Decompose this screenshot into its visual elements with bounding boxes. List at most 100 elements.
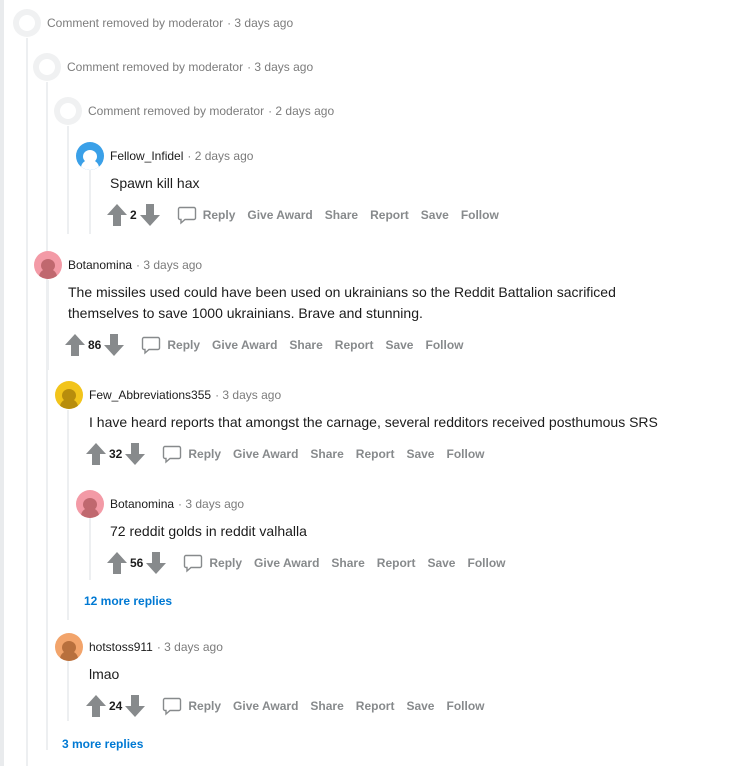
give-award-button[interactable]: Give Award: [212, 338, 277, 352]
downvote-icon[interactable]: [103, 333, 125, 357]
give-award-button[interactable]: Give Award: [233, 447, 298, 461]
downvote-icon[interactable]: [124, 694, 146, 718]
reply-label: Reply: [188, 699, 222, 713]
avatar[interactable]: [13, 9, 41, 37]
comment-bubble-icon: [177, 206, 196, 225]
comment-header: Few_Abbreviations355 · 3 days ago: [55, 381, 281, 409]
downvote-icon[interactable]: [124, 442, 146, 466]
avatar[interactable]: [76, 142, 104, 170]
author-link[interactable]: Few_Abbreviations355: [89, 388, 211, 402]
comment-actions: 24 Reply Give Award Share Report Save Fo…: [85, 694, 484, 718]
follow-button[interactable]: Follow: [425, 338, 463, 352]
vote-score: 32: [109, 447, 123, 461]
upvote-icon[interactable]: [106, 203, 128, 227]
avatar[interactable]: [76, 490, 104, 518]
timestamp[interactable]: · 3 days ago: [136, 258, 202, 272]
timestamp[interactable]: · 2 days ago: [187, 149, 253, 163]
reply-button[interactable]: Reply: [162, 696, 221, 716]
avatar[interactable]: [55, 381, 83, 409]
comment-actions: 2 Reply Give Award Share Report Save Fol…: [106, 203, 499, 227]
comment-header: Comment removed by moderator · 3 days ag…: [33, 53, 313, 81]
avatar[interactable]: [34, 251, 62, 279]
vote-score: 86: [88, 338, 102, 352]
reply-label: Reply: [209, 556, 243, 570]
timestamp[interactable]: · 3 days ago: [247, 60, 313, 74]
save-button[interactable]: Save: [421, 208, 449, 222]
comment-bubble-icon: [163, 445, 182, 464]
comment-body: I have heard reports that amongst the ca…: [89, 414, 658, 430]
vote-score: 56: [130, 556, 144, 570]
thread-line[interactable]: [67, 410, 69, 620]
comment-body: 72 reddit golds in reddit valhalla: [110, 523, 307, 539]
comment-bubble-icon: [163, 697, 182, 716]
thread-rail-outer[interactable]: [0, 0, 4, 766]
avatar[interactable]: [55, 633, 83, 661]
comment-header: Comment removed by moderator · 2 days ag…: [54, 97, 334, 125]
reply-button[interactable]: Reply: [183, 553, 242, 573]
give-award-button[interactable]: Give Award: [247, 208, 312, 222]
comment-bubble-icon: [184, 554, 203, 573]
save-button[interactable]: Save: [406, 699, 434, 713]
follow-button[interactable]: Follow: [461, 208, 499, 222]
report-button[interactable]: Report: [335, 338, 374, 352]
more-replies-link[interactable]: 3 more replies: [62, 737, 143, 751]
comment-bubble-icon: [142, 336, 161, 355]
report-button[interactable]: Report: [356, 699, 395, 713]
vote-score: 24: [109, 699, 123, 713]
give-award-button[interactable]: Give Award: [233, 699, 298, 713]
thread-line[interactable]: [26, 38, 28, 766]
give-award-button[interactable]: Give Award: [254, 556, 319, 570]
follow-button[interactable]: Follow: [467, 556, 505, 570]
timestamp[interactable]: · 3 days ago: [178, 497, 244, 511]
upvote-icon[interactable]: [85, 694, 107, 718]
comment-body: lmao: [89, 666, 120, 682]
avatar[interactable]: [33, 53, 61, 81]
thread-line[interactable]: [67, 661, 69, 721]
downvote-icon[interactable]: [145, 551, 167, 575]
reply-button[interactable]: Reply: [141, 335, 200, 355]
author-link[interactable]: Fellow_Infidel: [110, 149, 183, 163]
downvote-icon[interactable]: [139, 203, 161, 227]
comment-header: Fellow_Infidel · 2 days ago: [76, 142, 253, 170]
upvote-icon[interactable]: [85, 442, 107, 466]
reply-button[interactable]: Reply: [162, 444, 221, 464]
vote-score: 2: [130, 208, 137, 222]
author-link[interactable]: Botanomina: [68, 258, 132, 272]
thread-line[interactable]: [67, 126, 69, 234]
report-button[interactable]: Report: [370, 208, 409, 222]
share-button[interactable]: Share: [310, 447, 343, 461]
upvote-icon[interactable]: [106, 551, 128, 575]
save-button[interactable]: Save: [427, 556, 455, 570]
author-link[interactable]: Botanomina: [110, 497, 174, 511]
timestamp[interactable]: · 3 days ago: [157, 640, 223, 654]
timestamp[interactable]: · 3 days ago: [227, 16, 293, 30]
removed-notice: Comment removed by moderator: [47, 16, 224, 30]
reply-label: Reply: [202, 208, 236, 222]
thread-line[interactable]: [89, 170, 91, 234]
comment-header: Comment removed by moderator · 3 days ag…: [13, 9, 293, 37]
more-replies-link[interactable]: 12 more replies: [84, 594, 172, 608]
thread-line[interactable]: [89, 518, 91, 580]
share-button[interactable]: Share: [310, 699, 343, 713]
comment-body: Spawn kill hax: [110, 175, 200, 191]
share-button[interactable]: Share: [289, 338, 322, 352]
comment-actions: 56 Reply Give Award Share Report Save Fo…: [106, 551, 505, 575]
follow-button[interactable]: Follow: [446, 699, 484, 713]
share-button[interactable]: Share: [325, 208, 358, 222]
comment-body: The missiles used could have been used o…: [68, 284, 616, 321]
share-button[interactable]: Share: [331, 556, 364, 570]
timestamp[interactable]: · 2 days ago: [268, 104, 334, 118]
author-link[interactable]: hotstoss911: [89, 640, 153, 654]
report-button[interactable]: Report: [356, 447, 395, 461]
save-button[interactable]: Save: [385, 338, 413, 352]
comment-actions: 32 Reply Give Award Share Report Save Fo…: [85, 442, 484, 466]
avatar[interactable]: [54, 97, 82, 125]
timestamp[interactable]: · 3 days ago: [215, 388, 281, 402]
reply-button[interactable]: Reply: [177, 205, 236, 225]
upvote-icon[interactable]: [64, 333, 86, 357]
save-button[interactable]: Save: [406, 447, 434, 461]
thread-line[interactable]: [46, 82, 48, 750]
follow-button[interactable]: Follow: [446, 447, 484, 461]
report-button[interactable]: Report: [377, 556, 416, 570]
thread-line[interactable]: [47, 280, 49, 370]
